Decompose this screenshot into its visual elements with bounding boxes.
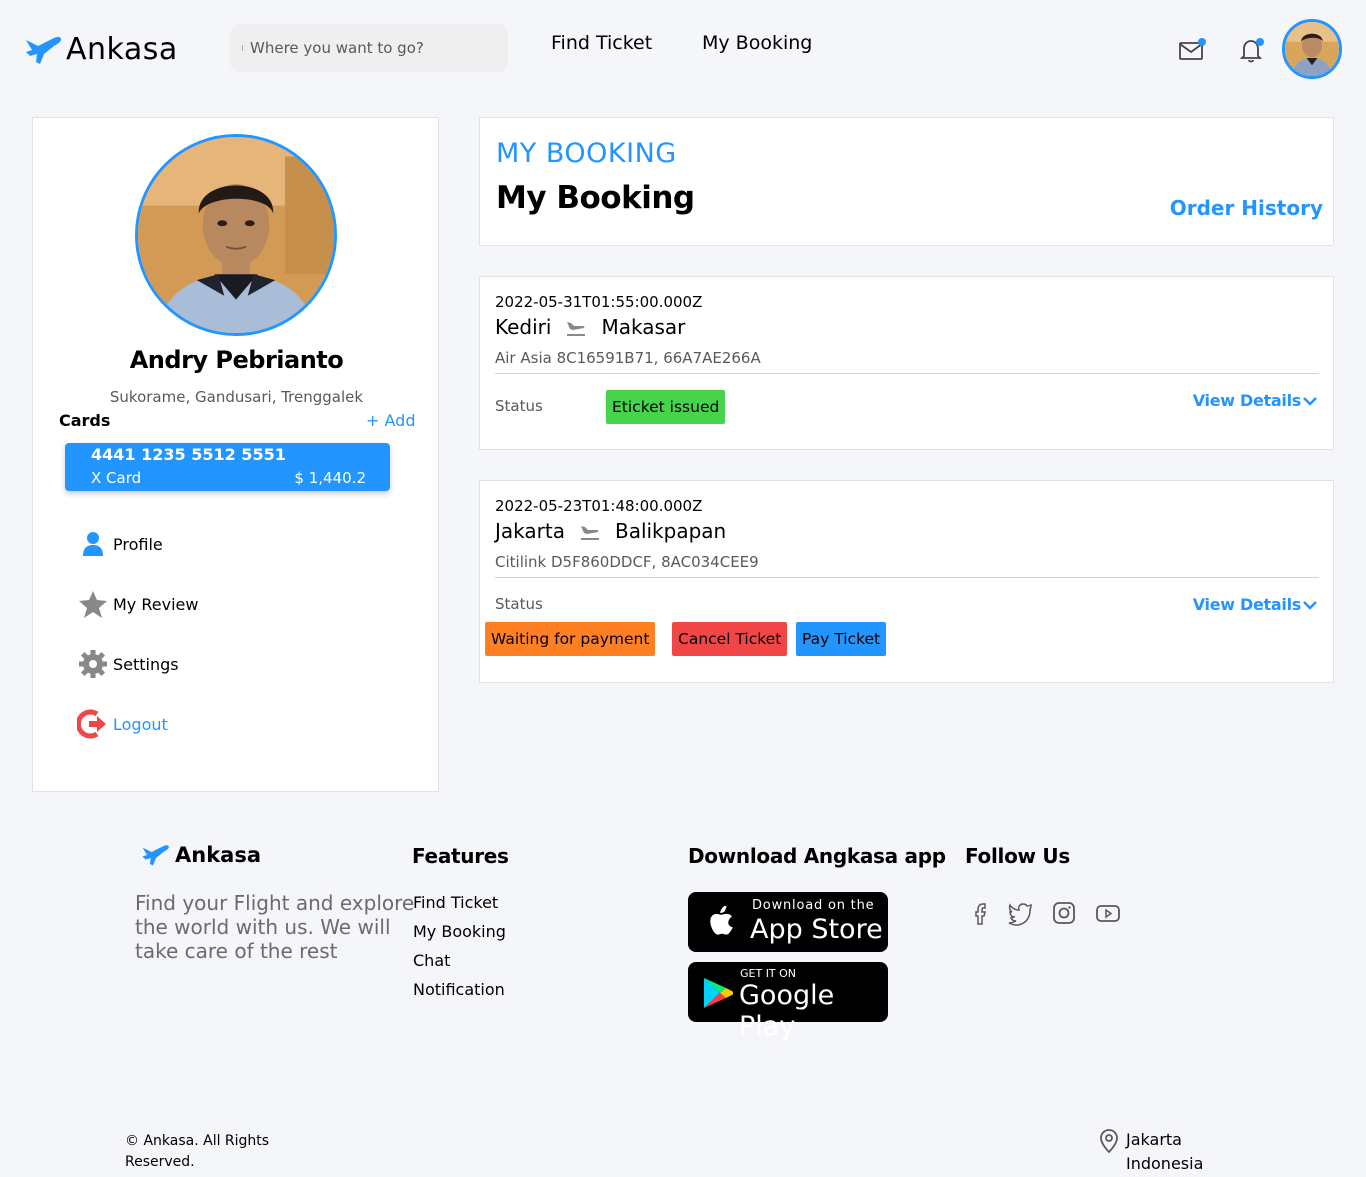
view-details-label: View Details [1192,391,1302,410]
app-store-line2: App Store [750,914,883,945]
twitter-icon[interactable] [1007,900,1033,926]
add-card-button[interactable]: + Add [366,411,415,430]
location-country: Indonesia [1126,1154,1204,1173]
footer-brand[interactable]: Ankasa [140,843,261,867]
menu-settings-label: Settings [113,654,179,674]
nav-my-booking[interactable]: My Booking [702,32,812,54]
plane-logo-icon [26,36,62,64]
footer-brand-name: Ankasa [175,843,262,867]
card-number: 4441 1235 5512 5551 [91,445,286,464]
booking-date: 2022-05-23T01:48:00.000Z [495,497,703,515]
route-to: Balikpapan [614,519,727,543]
brand-name: Ankasa [66,32,178,67]
booking-airline: Air Asia 8C16591B71, 66A7AE266A [495,349,761,367]
menu-settings[interactable]: Settings [77,648,179,680]
payment-card[interactable]: 4441 1235 5512 5551 X Card $ 1,440.2 [65,443,390,491]
footer-link-my-booking[interactable]: My Booking [413,922,506,941]
menu-review-label: My Review [113,594,199,614]
flight-icon [580,526,599,540]
footer-link-chat[interactable]: Chat [413,951,450,970]
brand-logo[interactable]: Ankasa [24,32,178,67]
app-store-line1: Download on the [752,898,875,913]
features-heading: Features [412,844,509,868]
view-details-button[interactable]: View Details [1193,391,1317,410]
profile-avatar[interactable] [135,134,337,336]
page-title: My Booking [496,180,695,216]
status-label: Status [495,595,543,613]
gear-icon [79,650,107,678]
search-input[interactable] [250,39,490,57]
booking-header-card: MY BOOKING My Booking Order History [479,117,1334,246]
star-icon [79,591,107,618]
booking-card: 2022-05-23T01:48:00.000Z Jakarta Balikpa… [479,480,1334,683]
cards-label: Cards [59,411,111,430]
app-store-button[interactable]: Download on the App Store [688,892,888,952]
google-play-button[interactable]: GET IT ON Google Play [688,962,888,1042]
order-history-link[interactable]: Order History [1170,196,1323,220]
follow-heading: Follow Us [965,844,1070,868]
flight-icon [567,322,586,336]
footer-location: Jakarta Indonesia [1098,1128,1203,1176]
menu-logout[interactable]: Logout [77,708,168,740]
divider [495,373,1319,374]
facebook-icon[interactable] [968,900,994,926]
booking-route: Jakarta Balikpapan [495,519,726,543]
footer-link-find-ticket[interactable]: Find Ticket [413,893,498,912]
card-balance: $ 1,440.2 [294,469,366,487]
cancel-ticket-button[interactable]: Cancel Ticket [672,622,788,656]
booking-card: 2022-05-31T01:55:00.000Z Kediri Makasar … [479,276,1334,450]
chevron-down-icon [1303,600,1317,610]
footer-link-notification[interactable]: Notification [413,980,505,999]
copyright-text: © Ankasa. All Rights Reserved. [125,1133,270,1170]
menu-profile-label: Profile [113,534,163,554]
profile-address: Sukorame, Gandusari, Trenggalek [109,388,364,406]
search-box[interactable] [230,24,508,72]
profile-name: Andry Pebrianto [129,346,344,374]
divider [495,577,1319,578]
status-label: Status [495,397,543,415]
route-to: Makasar [601,315,686,339]
logout-icon [77,709,106,739]
chevron-down-icon [1303,396,1317,406]
user-icon [83,532,103,556]
pay-ticket-button[interactable]: Pay Ticket [796,622,887,656]
route-from: Jakarta [495,519,565,543]
apple-icon [710,905,733,935]
footer-description: Find your Flight and explore the world w… [135,891,415,963]
youtube-icon[interactable] [1095,900,1121,926]
menu-profile[interactable]: Profile [77,528,163,560]
profile-card: Andry Pebrianto Sukorame, Gandusari, Tre… [32,117,439,792]
menu-my-review[interactable]: My Review [77,588,198,620]
google-play-line2: Google Play [739,980,835,1042]
view-details-label: View Details [1192,595,1302,614]
menu-logout-label: Logout [113,714,168,734]
route-from: Kediri [495,315,552,339]
bell-icon[interactable] [1238,36,1266,64]
google-play-icon [704,978,734,1008]
card-type: X Card [91,469,142,487]
top-navbar: Ankasa Find Ticket My Booking [12,0,1354,96]
instagram-icon[interactable] [1051,900,1077,926]
mail-icon[interactable] [1178,36,1206,64]
user-avatar[interactable] [1282,19,1342,79]
nav-find-ticket[interactable]: Find Ticket [551,32,652,54]
booking-airline: Citilink D5F860DDCF, 8AC034CEE9 [495,553,759,571]
download-heading: Download Angkasa app [688,844,946,868]
status-badge: Eticket issued [606,390,726,424]
section-kicker: MY BOOKING [496,138,677,169]
booking-route: Kediri Makasar [495,315,685,339]
booking-date: 2022-05-31T01:55:00.000Z [495,293,703,311]
status-badge[interactable]: Waiting for payment [485,622,656,656]
location-city: Jakarta [1126,1130,1182,1149]
location-pin-icon [1100,1129,1118,1154]
google-play-line1: GET IT ON [740,967,797,980]
search-icon [242,45,248,51]
view-details-button[interactable]: View Details [1193,595,1317,614]
plane-logo-icon [142,845,169,866]
